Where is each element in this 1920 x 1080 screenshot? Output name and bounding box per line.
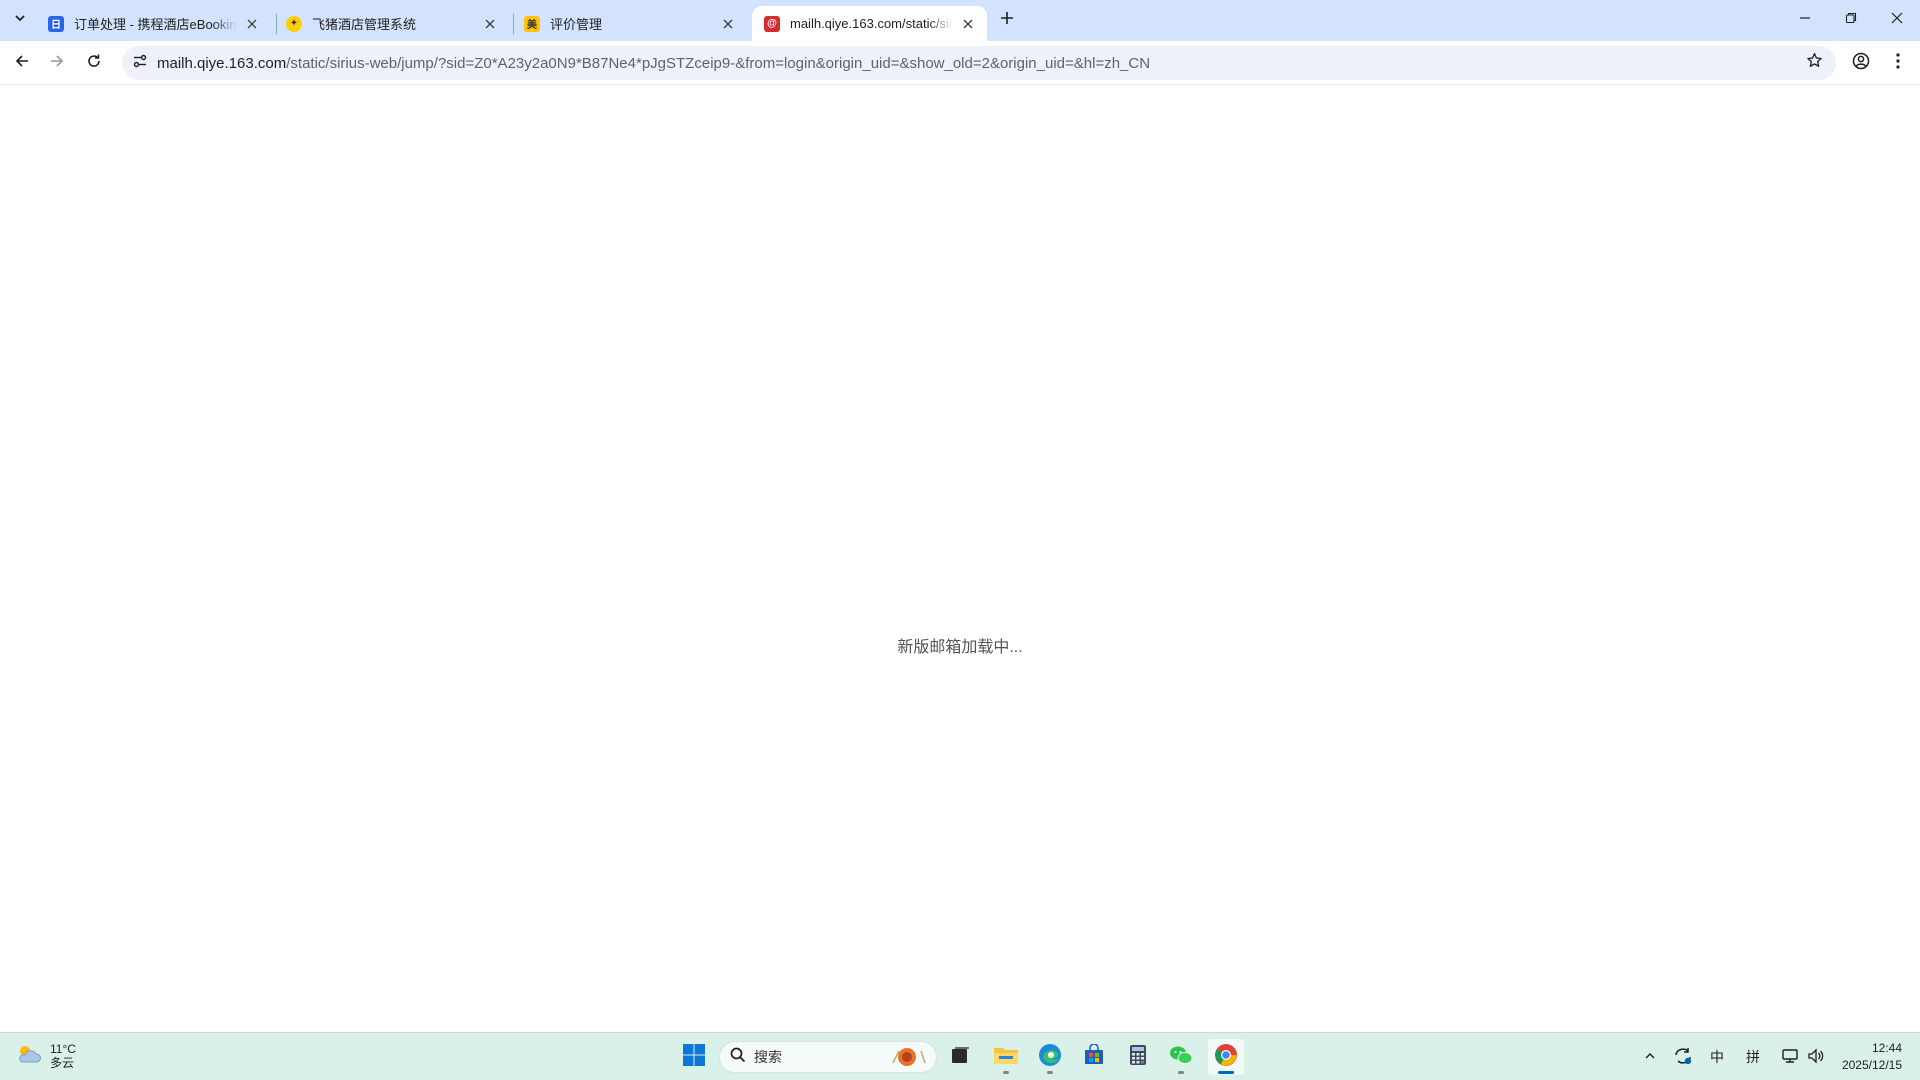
tab-review-management[interactable]: 美 评价管理 [512,6,747,41]
restore-icon [1845,11,1857,29]
wechat-button[interactable] [1163,1039,1199,1075]
restore-button[interactable] [1828,0,1874,40]
close-icon [1891,11,1903,29]
start-button[interactable] [676,1039,712,1075]
sync-status-button[interactable] [1670,1045,1696,1069]
arrow-left-icon [14,53,30,74]
tab-title: 飞猪酒店管理系统 [312,17,417,32]
tab-netease-mail[interactable]: @ mailh.qiye.163.com/static/sirius-web/j… [752,6,987,41]
tab-search-button[interactable] [6,6,34,34]
chrome-button[interactable] [1208,1039,1244,1075]
running-indicator [1047,1071,1053,1074]
close-icon[interactable] [243,15,261,33]
bookmark-button[interactable] [1802,51,1826,75]
close-icon[interactable] [481,15,499,33]
account-circle-icon [1852,52,1870,75]
speaker-icon [1807,1047,1825,1067]
url-text[interactable]: mailh.qiye.163.com/static/sirius-web/jum… [157,55,1150,72]
tab-ctrip-ebooking[interactable]: 日 订单处理 - 携程酒店eBooking [36,6,271,41]
close-icon[interactable] [959,15,977,33]
clock-time: 12:44 [1871,1041,1902,1055]
task-view-button[interactable] [942,1039,978,1075]
tab-strip: 日 订单处理 - 携程酒店eBooking ✦ 飞猪酒店管理系统 美 评价管理 … [0,0,1920,41]
search-highlight-icon [884,1044,930,1070]
plus-icon [1000,11,1014,30]
calculator-icon [1129,1044,1147,1071]
tab-title: 订单处理 - 携程酒店eBooking [74,17,237,32]
site-info-button[interactable] [128,51,152,75]
clock-date: 2025/12/15 [1841,1058,1902,1072]
back-button[interactable] [6,47,38,79]
more-vertical-icon [1896,52,1900,74]
url-path: /static/sirius-web/jump/?sid=Z0*A23y2a0N… [286,55,1151,72]
edge-browser-icon [1038,1043,1062,1072]
meituan-favicon-icon: 美 [524,15,540,32]
profile-button[interactable] [1845,47,1877,79]
browser-toolbar: mailh.qiye.163.com/static/sirius-web/jum… [0,41,1920,85]
running-indicator [1218,1071,1234,1074]
store-bag-icon [1083,1042,1105,1071]
tab-title: mailh.qiye.163.com/static/sirius-web/jum… [790,16,953,31]
minimize-icon [1799,11,1811,29]
weather-condition: 多云 [50,1056,75,1070]
calculator-button[interactable] [1120,1039,1156,1075]
weather-temperature: 11°C [50,1042,76,1056]
ime-mode-indicator[interactable]: 拼 [1742,1045,1764,1069]
cloudy-weather-icon [16,1043,42,1070]
reload-button[interactable] [78,47,110,79]
file-explorer-button[interactable] [988,1039,1024,1075]
url-host: mailh.qiye.163.com [157,55,287,72]
network-icon [1781,1048,1799,1067]
edge-button[interactable] [1032,1039,1068,1075]
taskbar-search[interactable]: 搜索 [719,1041,937,1073]
arrow-right-icon [49,53,65,74]
close-window-button[interactable] [1874,0,1920,40]
chevron-down-icon [13,11,27,30]
chrome-browser-icon [1214,1043,1238,1072]
tab-title: 评价管理 [550,17,603,32]
system-clock[interactable]: 12:44 2025/12/15 [1842,1040,1902,1074]
chevron-up-icon [1644,1049,1656,1065]
folder-icon [993,1044,1019,1071]
browser-menu-button[interactable] [1882,47,1914,79]
close-icon[interactable] [719,15,737,33]
search-placeholder: 搜索 [754,1049,782,1065]
loading-message: 新版邮箱加载中... [897,639,1023,656]
ctrip-favicon-icon: 日 [48,15,64,32]
running-indicator [1178,1071,1184,1074]
minimize-button[interactable] [1782,0,1828,40]
running-indicator [1003,1071,1009,1074]
sync-icon [1673,1047,1693,1068]
reload-icon [86,53,102,74]
ime-language-indicator[interactable]: 中 [1706,1045,1728,1069]
network-button[interactable] [1778,1045,1802,1069]
site-settings-icon [132,53,148,74]
windows-logo-icon [682,1043,706,1072]
page-content: 新版邮箱加载中... [0,86,1920,1032]
tab-fliggy-hotel[interactable]: ✦ 飞猪酒店管理系统 [274,6,509,41]
address-bar[interactable]: mailh.qiye.163.com/static/sirius-web/jum… [122,46,1836,80]
weather-widget[interactable]: 11°C 多云 [16,1042,76,1070]
fliggy-favicon-icon: ✦ [286,15,302,32]
windows-taskbar: 11°C 多云 搜索 中 拼 12:44 2025/12/15 [0,1032,1920,1080]
forward-button[interactable] [41,47,73,79]
new-tab-button[interactable] [993,6,1021,34]
netease-mail-favicon-icon: @ [764,15,780,32]
microsoft-store-button[interactable] [1076,1039,1112,1075]
volume-button[interactable] [1804,1045,1828,1069]
star-icon [1806,52,1823,74]
task-view-icon [949,1044,971,1071]
search-icon [730,1047,746,1068]
wechat-icon [1169,1044,1193,1071]
show-hidden-icons-button[interactable] [1640,1045,1660,1069]
